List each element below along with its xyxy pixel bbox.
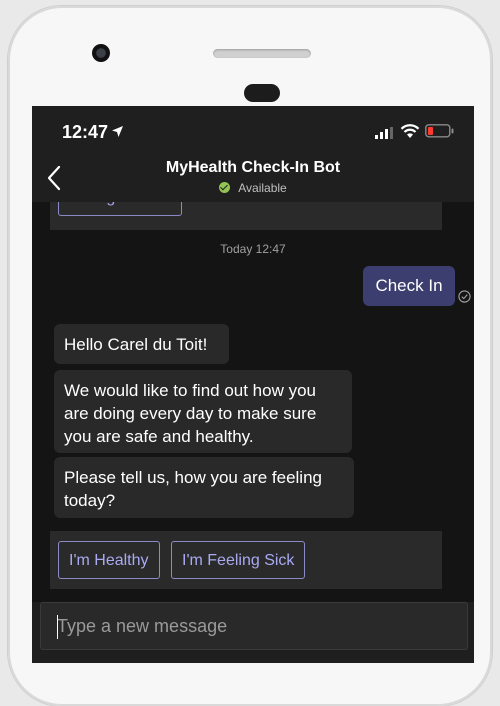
availability-label: Available [238,181,287,195]
previous-adaptive-card: Recognise Me [50,202,442,230]
text-cursor [57,615,58,639]
im-healthy-button[interactable]: I'm Healthy [58,541,160,579]
recognise-me-button[interactable]: Recognise Me [58,202,183,216]
wifi-icon [400,124,420,138]
earpiece-speaker [213,49,311,58]
im-feeling-sick-button[interactable]: I'm Feeling Sick [171,541,306,579]
proximity-sensor [244,84,280,102]
cellular-signal-icon [375,127,393,139]
availability-status: Available [32,181,474,195]
adaptive-card-actions: I'm Healthy I'm Feeling Sick [50,531,442,589]
bot-name: MyHealth Check-In Bot [165,159,341,176]
front-camera [92,44,110,62]
bot-message-greeting: Hello Carel du Toit! [54,324,229,364]
phone-screen: 12:47 MyHealth Check-In Bot Available To… [32,106,474,663]
battery-low-icon [425,124,454,138]
compose-box [40,602,468,650]
status-time: 12:47 [62,122,109,142]
location-arrow-icon [112,126,123,137]
message-timestamp: Today 12:47 [220,242,286,256]
message-input[interactable] [41,603,467,649]
chat-header: MyHealth Check-In Bot Available [32,154,474,202]
chat-thread[interactable]: Recognise Me Today 12:47 Check In Hello … [32,202,474,602]
sent-message-bubble: Check In [363,266,455,306]
status-bar: 12:47 [32,106,474,154]
bot-message-intro: We would like to find out how you are do… [54,370,352,453]
message-sent-check-icon [458,290,471,303]
available-check-icon [219,182,231,193]
bot-message-question: Please tell us, how you are feeling toda… [54,457,354,518]
